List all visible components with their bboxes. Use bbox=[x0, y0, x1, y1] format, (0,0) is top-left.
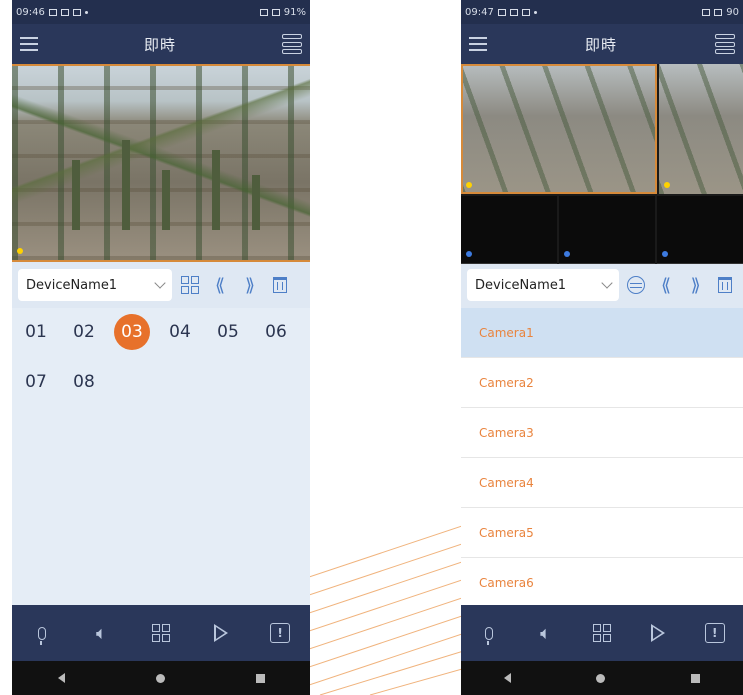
more-notifications-icon bbox=[533, 10, 537, 14]
alert-icon[interactable]: ! bbox=[704, 622, 726, 644]
device-selector[interactable]: DeviceName1 bbox=[18, 269, 172, 301]
status-bar: 09:46 91% bbox=[12, 0, 310, 24]
decorative-lines bbox=[300, 520, 480, 695]
page-title: 即時 bbox=[143, 35, 176, 54]
chevron-down-icon bbox=[600, 277, 613, 289]
app-header: 即時 bbox=[12, 24, 310, 64]
previous-icon[interactable]: ⟪ bbox=[654, 273, 678, 297]
delete-icon[interactable] bbox=[268, 273, 292, 297]
video-grid bbox=[461, 64, 743, 264]
grid-view-icon[interactable] bbox=[150, 622, 172, 644]
channel-grid-icon[interactable] bbox=[178, 273, 202, 297]
status-time: 09:47 bbox=[465, 6, 494, 18]
chevron-down-icon bbox=[154, 277, 166, 289]
bottom-toolbar: 🔈︎ ! bbox=[461, 605, 743, 661]
android-nav-bar bbox=[461, 661, 743, 695]
delete-icon[interactable] bbox=[713, 273, 737, 297]
menu-icon[interactable] bbox=[469, 37, 487, 51]
play-icon[interactable] bbox=[210, 622, 232, 644]
channel-button[interactable]: 01 bbox=[18, 314, 54, 350]
bottom-toolbar: 🔈︎ ! bbox=[12, 605, 310, 661]
battery-level: 91% bbox=[283, 6, 306, 18]
page-title: 即時 bbox=[584, 35, 617, 54]
camera-list: Camera1 Camera2 Camera3 Camera4 Camera5 Camer… bbox=[461, 308, 743, 608]
speaker-icon[interactable]: 🔈︎ bbox=[90, 622, 112, 644]
channel-button[interactable]: 07 bbox=[18, 364, 54, 400]
microphone-icon[interactable] bbox=[31, 622, 53, 645]
phone-screen-right: 09:47 90 即時 DeviceName1 ⟪ ⟫ Camera1 Came… bbox=[461, 0, 743, 695]
signal-icon bbox=[271, 8, 280, 16]
notification-icon bbox=[60, 8, 69, 16]
device-selector[interactable]: DeviceName1 bbox=[467, 269, 619, 301]
alarm-icon bbox=[702, 8, 711, 16]
notification-icon bbox=[509, 8, 518, 16]
next-icon[interactable]: ⟫ bbox=[684, 273, 708, 297]
channel-list: 01 02 03 04 05 06 07 08 bbox=[12, 308, 310, 406]
layout-switch-icon[interactable] bbox=[281, 34, 302, 54]
notification-icon bbox=[48, 8, 57, 16]
channel-button[interactable]: 03 bbox=[114, 314, 150, 350]
channel-button[interactable]: 05 bbox=[210, 314, 246, 350]
video-tile[interactable] bbox=[461, 64, 657, 194]
home-icon[interactable] bbox=[155, 673, 165, 683]
device-name: DeviceName1 bbox=[475, 277, 567, 293]
back-icon[interactable] bbox=[57, 673, 65, 683]
camera-list-item[interactable]: Camera3 bbox=[461, 408, 743, 458]
offline-indicator bbox=[564, 251, 570, 257]
channel-button[interactable]: 02 bbox=[66, 314, 102, 350]
speaker-icon[interactable]: 🔈︎ bbox=[535, 622, 557, 644]
alert-icon[interactable]: ! bbox=[269, 622, 291, 644]
status-time: 09:46 bbox=[16, 6, 45, 18]
video-tile[interactable] bbox=[559, 196, 655, 264]
more-notifications-icon bbox=[84, 10, 88, 14]
signal-icon bbox=[714, 8, 723, 16]
channel-button[interactable]: 06 bbox=[258, 314, 294, 350]
video-tile[interactable] bbox=[659, 64, 743, 194]
mail-icon bbox=[72, 8, 81, 16]
device-toolbar: DeviceName1 ⟪ ⟫ bbox=[12, 262, 310, 308]
list-view-icon[interactable] bbox=[625, 273, 649, 297]
menu-icon[interactable] bbox=[20, 37, 38, 51]
home-icon[interactable] bbox=[596, 673, 606, 683]
camera-list-item[interactable]: Camera4 bbox=[461, 458, 743, 508]
recents-icon[interactable] bbox=[255, 673, 265, 683]
phone-screen-left: 09:46 91% 即時 DeviceName1 ⟪ ⟫ 01 02 03 04… bbox=[12, 0, 310, 695]
offline-indicator bbox=[466, 251, 472, 257]
play-icon[interactable] bbox=[647, 622, 669, 644]
microphone-icon[interactable] bbox=[478, 622, 500, 645]
recording-indicator bbox=[664, 182, 670, 188]
live-video[interactable] bbox=[12, 64, 310, 262]
channel-button[interactable]: 04 bbox=[162, 314, 198, 350]
next-icon[interactable]: ⟫ bbox=[238, 273, 262, 297]
camera-list-item[interactable]: Camera6 bbox=[461, 558, 743, 608]
device-toolbar: DeviceName1 ⟪ ⟫ bbox=[461, 262, 743, 308]
video-tile[interactable] bbox=[461, 196, 557, 264]
camera-list-item[interactable]: Camera1 bbox=[461, 308, 743, 358]
previous-icon[interactable]: ⟪ bbox=[208, 273, 232, 297]
status-bar: 09:47 90 bbox=[461, 0, 743, 24]
camera-list-item[interactable]: Camera2 bbox=[461, 358, 743, 408]
android-nav-bar bbox=[12, 661, 310, 695]
battery-level: 90 bbox=[726, 6, 739, 18]
recording-indicator bbox=[466, 182, 472, 188]
grid-view-icon[interactable] bbox=[591, 622, 613, 644]
recording-indicator bbox=[17, 248, 23, 254]
back-icon[interactable] bbox=[503, 673, 511, 683]
camera-list-item[interactable]: Camera5 bbox=[461, 508, 743, 558]
channel-button[interactable]: 08 bbox=[66, 364, 102, 400]
layout-switch-icon[interactable] bbox=[714, 34, 735, 54]
notification-icon bbox=[497, 8, 506, 16]
mail-icon bbox=[521, 8, 530, 16]
video-grid-row bbox=[461, 196, 743, 264]
device-name: DeviceName1 bbox=[26, 277, 118, 293]
recents-icon[interactable] bbox=[691, 673, 701, 683]
alarm-icon bbox=[259, 8, 268, 16]
video-tile[interactable] bbox=[657, 196, 743, 264]
offline-indicator bbox=[662, 251, 668, 257]
app-header: 即時 bbox=[461, 24, 743, 64]
